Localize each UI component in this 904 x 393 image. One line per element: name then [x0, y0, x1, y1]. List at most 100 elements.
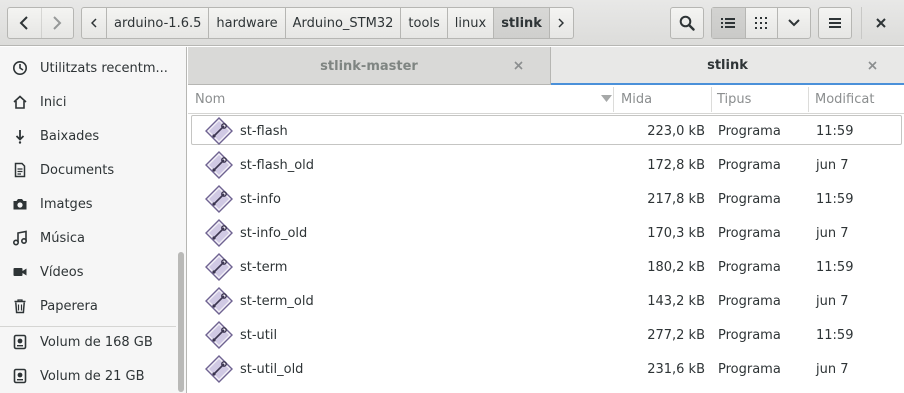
file-modified: 11:59: [816, 123, 854, 139]
tab-label: stlink: [707, 57, 748, 73]
nav-buttons: [7, 7, 74, 39]
column-name-label: Nom: [195, 91, 226, 107]
download-icon: [0, 128, 40, 144]
file-row[interactable]: st-term_old 143,2 kB Programa jun 7: [188, 284, 904, 318]
file-type: Programa: [718, 225, 781, 241]
path-segment[interactable]: linux: [446, 8, 493, 38]
file-modified: 11:59: [816, 259, 854, 275]
file-type: Programa: [718, 191, 781, 207]
sidebar-scrollbar[interactable]: [178, 47, 185, 393]
sidebar-item-label: Volum de 21 GB: [40, 368, 145, 384]
sidebar-item-pictures[interactable]: Imatges: [0, 187, 176, 221]
file-row[interactable]: st-util_old 231,6 kB Programa jun 7: [188, 352, 904, 386]
close-icon[interactable]: [511, 58, 525, 72]
header-bar: arduino-1.6.5 hardware Arduino_STM32 too…: [0, 0, 904, 46]
executable-file-icon: [204, 151, 234, 179]
sidebar-item-videos[interactable]: Vídeos: [0, 255, 176, 289]
grid-icon: [755, 17, 768, 29]
column-name-header[interactable]: Nom: [195, 85, 612, 113]
chevron-right-icon: [558, 18, 565, 28]
path-segment-current[interactable]: stlink: [493, 8, 549, 38]
chevron-left-icon: [19, 16, 28, 30]
sidebar-item-volume-168[interactable]: Volum de 168 GB: [0, 325, 176, 359]
close-icon: [876, 18, 886, 28]
sidebar-item-home[interactable]: Inici: [0, 85, 176, 119]
file-modified: jun 7: [816, 293, 849, 309]
file-row[interactable]: st-flash_old 172,8 kB Programa jun 7: [188, 148, 904, 182]
file-name: st-info_old: [240, 225, 308, 241]
file-row[interactable]: st-info_old 170,3 kB Programa jun 7: [188, 216, 904, 250]
path-scroll-right-button[interactable]: [548, 8, 573, 38]
path-segment[interactable]: tools: [400, 8, 446, 38]
sidebar-item-trash[interactable]: Paperera: [0, 289, 176, 323]
search-button[interactable]: [670, 7, 704, 39]
sidebar-item-volume-21[interactable]: Volum de 21 GB: [0, 359, 176, 393]
column-size-label: Mida: [621, 91, 653, 107]
file-name: st-term: [240, 259, 288, 275]
file-modified: jun 7: [816, 157, 849, 173]
file-type: Programa: [718, 361, 781, 377]
close-icon[interactable]: [865, 58, 879, 72]
path-segment[interactable]: Arduino_STM32: [284, 8, 401, 38]
column-size-header[interactable]: Mida: [621, 85, 711, 113]
file-row[interactable]: st-term 180,2 kB Programa 11:59: [188, 250, 904, 284]
menu-button[interactable]: [818, 7, 852, 39]
column-divider: [613, 87, 614, 112]
path-scroll-left-button[interactable]: [82, 8, 106, 38]
sidebar-item-recent[interactable]: Utilitzats recentm...: [0, 51, 176, 85]
file-name: st-term_old: [240, 293, 314, 309]
music-icon: [0, 230, 40, 246]
file-row[interactable]: st-util 277,2 kB Programa 11:59: [188, 318, 904, 352]
column-type-header[interactable]: Tipus: [717, 85, 807, 113]
sidebar-item-label: Volum de 168 GB: [40, 334, 153, 350]
tab-bar: stlink-master stlink: [188, 47, 904, 85]
back-button[interactable]: [8, 8, 41, 38]
file-type: Programa: [718, 157, 781, 173]
column-divider: [711, 87, 712, 112]
file-size: 217,8 kB: [647, 191, 705, 207]
file-size: 231,6 kB: [647, 361, 705, 377]
tab-stlink-master[interactable]: stlink-master: [188, 47, 550, 85]
executable-file-icon: [204, 219, 234, 247]
file-name: st-flash: [240, 123, 288, 139]
chevron-down-icon: [788, 19, 800, 27]
search-icon: [679, 15, 695, 31]
list-icon: [721, 18, 736, 28]
sidebar-item-label: Documents: [40, 162, 115, 178]
list-view-button[interactable]: [712, 8, 745, 38]
executable-file-icon: [204, 287, 234, 315]
view-buttons: [711, 7, 811, 39]
grid-view-button[interactable]: [744, 8, 778, 38]
clock-icon: [0, 60, 40, 76]
tab-label: stlink-master: [320, 58, 418, 74]
file-row[interactable]: st-info 217,8 kB Programa 11:59: [188, 182, 904, 216]
sidebar-item-label: Utilitzats recentm...: [40, 60, 168, 76]
path-segment[interactable]: arduino-1.6.5: [106, 8, 208, 38]
file-type: Programa: [718, 327, 781, 343]
drive-icon: [0, 334, 40, 350]
executable-file-icon: [204, 253, 234, 281]
file-type: Programa: [718, 123, 781, 139]
column-modified-label: Modificat: [815, 91, 875, 107]
tab-stlink[interactable]: stlink: [551, 47, 904, 85]
sidebar-item-downloads[interactable]: Baixades: [0, 119, 176, 153]
file-size: 223,0 kB: [647, 123, 705, 139]
file-size: 277,2 kB: [647, 327, 705, 343]
file-row[interactable]: st-flash 223,0 kB Programa 11:59: [188, 114, 904, 148]
scrollbar-thumb[interactable]: [178, 252, 184, 392]
sidebar-item-label: Baixades: [40, 128, 100, 144]
view-options-button[interactable]: [777, 8, 810, 38]
sidebar-item-music[interactable]: Música: [0, 221, 176, 255]
forward-button[interactable]: [40, 8, 74, 38]
chevron-left-icon: [91, 18, 97, 28]
path-bar: arduino-1.6.5 hardware Arduino_STM32 too…: [81, 7, 574, 39]
column-modified-header[interactable]: Modificat: [815, 85, 903, 113]
file-type: Programa: [718, 259, 781, 275]
sidebar-item-documents[interactable]: Documents: [0, 153, 176, 187]
path-segment[interactable]: hardware: [208, 8, 284, 38]
sidebar-item-label: Inici: [40, 94, 67, 110]
file-name: st-util_old: [240, 361, 304, 377]
hamburger-icon: [829, 18, 841, 28]
executable-file-icon: [204, 185, 234, 213]
window-close-button[interactable]: [866, 7, 896, 39]
